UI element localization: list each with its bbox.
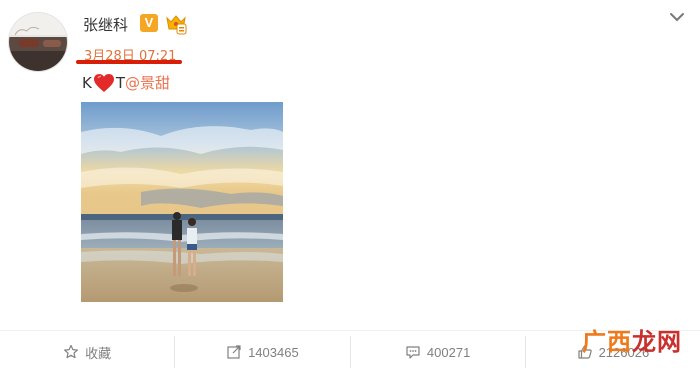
chevron-down-icon[interactable] [668,8,686,26]
comment-button[interactable]: 400271 [349,336,525,368]
repost-icon [227,345,241,359]
favorite-button[interactable]: 收藏 [0,336,174,368]
member-crown-icon [164,12,188,36]
verified-badge: V [140,14,158,32]
username[interactable]: 张继科 [83,14,128,35]
favorite-label: 收藏 [85,345,112,361]
post-text: K T @景甜 [82,72,170,93]
weibo-post: 张继科 V 3月28日 07:21 K T @景甜 收藏 1403465 400… [0,0,700,368]
comment-count: 400271 [426,344,471,360]
user-avatar[interactable] [8,12,68,72]
site-watermark: 广西 龙网 [582,322,682,357]
repost-button[interactable]: 1403465 [174,336,349,368]
heart-icon [93,73,115,93]
mention-link[interactable]: @景甜 [125,72,170,93]
post-photo[interactable] [81,102,283,302]
comment-icon [406,346,420,359]
text-letter-t: T [115,73,126,92]
text-letter-k: K [82,73,92,92]
beach-sunset-image [81,102,283,302]
star-icon [64,344,79,359]
watermark-part-a: 广西 [582,328,632,356]
repost-count: 1403465 [248,344,299,360]
watermark-part-b: 龙网 [632,328,682,356]
avatar-image [9,13,67,71]
annotation-underline [76,60,182,64]
